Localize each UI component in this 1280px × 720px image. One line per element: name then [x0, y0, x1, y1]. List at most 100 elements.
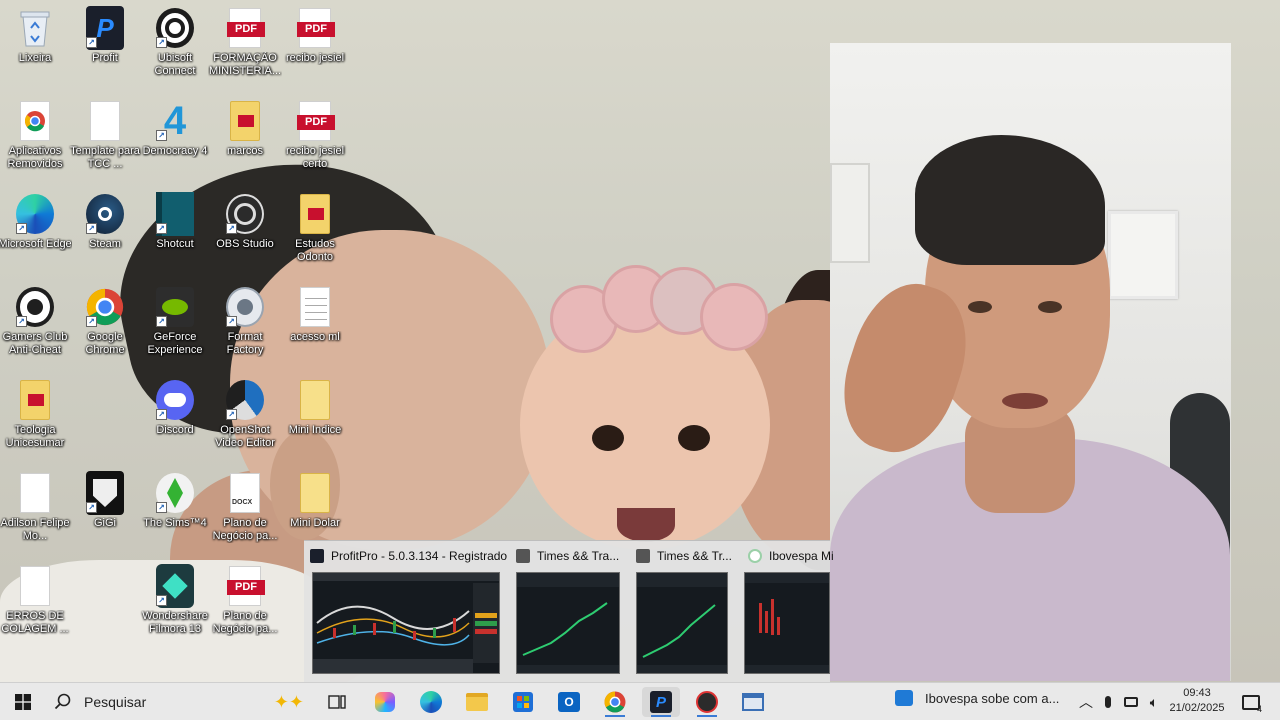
taskbar-search-box[interactable]: Pesquisar ✦✦ — [44, 686, 314, 718]
desktop-icon-acesso-ml[interactable]: acesso ml — [279, 287, 351, 344]
thumbnail-times-trades-1[interactable]: Times && Tra... — [510, 541, 628, 683]
desktop-icon-democracy-4[interactable]: 4 ↗ Democracy 4 — [139, 101, 211, 158]
desktop-icon-shotcut[interactable]: ↗ Shotcut — [139, 192, 211, 251]
taskbar-thumbnail-preview: ProfitPro - 5.0.3.134 - Registrado Times… — [304, 540, 834, 683]
app-window-icon — [742, 693, 764, 711]
taskbar-microsoft-store[interactable] — [504, 687, 542, 717]
taskbar-profit[interactable]: P — [642, 687, 680, 717]
taskbar-clock[interactable]: 09:43 21/02/2025 — [1162, 686, 1232, 716]
desktop-icon-discord[interactable]: ↗ Discord — [139, 380, 211, 437]
taskbar-chrome[interactable] — [596, 687, 634, 717]
thumbnail-times-trades-2[interactable]: Times && Tr... — [630, 541, 740, 683]
chrome-icon: ↗ — [86, 287, 124, 327]
blank-document-icon — [86, 101, 124, 141]
desktop-icon-lixeira[interactable]: Lixeira — [0, 8, 71, 65]
taskbar-app-window[interactable] — [734, 687, 772, 717]
taskbar-copilot[interactable] — [366, 687, 404, 717]
desktop-icon-teologia[interactable]: Teologia Unicesumar — [0, 380, 71, 450]
democracy-icon: 4 ↗ — [156, 101, 194, 141]
thumbnail-profitpro[interactable]: ProfitPro - 5.0.3.134 - Registrado — [304, 541, 507, 683]
pdf-icon: PDF — [226, 566, 265, 606]
text-document-icon — [296, 287, 334, 327]
desktop-icon-recibo-jesiel[interactable]: PDF recibo jesiel — [279, 8, 351, 65]
outlook-icon: O — [558, 692, 580, 712]
desktop-icon-gamers-club[interactable]: ↗ Gamers Club Anti-Cheat — [0, 287, 71, 357]
desktop-icon-gigi[interactable]: ↗ GiGi — [69, 471, 141, 530]
openshot-icon: ↗ — [226, 380, 264, 420]
desktop-icon-format-factory[interactable]: ↗ Format Factory — [209, 287, 281, 357]
format-factory-icon: ↗ — [226, 287, 264, 327]
desktop-icon-steam[interactable]: ↗ Steam — [69, 194, 141, 251]
start-button[interactable] — [4, 687, 42, 717]
pdf-folder-icon — [296, 194, 334, 234]
pdf-icon: PDF — [226, 8, 265, 48]
desktop-icon-geforce[interactable]: ↗ GeForce Experience — [139, 287, 211, 357]
desktop-icon-adilson[interactable]: Adilson Felipe Mo... — [0, 473, 71, 543]
pdf-icon: PDF — [296, 101, 335, 141]
shotcut-icon: ↗ — [156, 192, 194, 236]
desktop-icon-mini-indice[interactable]: Mini Indice — [279, 380, 351, 437]
store-icon — [513, 692, 533, 712]
show-hidden-icons-button[interactable]: ︿ — [1076, 687, 1096, 717]
thumbnail-image — [636, 572, 728, 674]
desktop-icon-template-tcc[interactable]: Template para TCC ... — [69, 101, 141, 171]
desktop-icon-plano-negocio-docx[interactable]: DOCX Plano de Negócio pa... — [209, 473, 281, 543]
search-highlight-icon: ✦✦ — [273, 692, 304, 712]
filmora-icon: ↗ — [156, 564, 194, 608]
obs-icon: ↗ — [226, 194, 264, 234]
pdf-folder-icon — [226, 101, 264, 141]
clock-time: 09:43 — [1183, 687, 1211, 699]
edge-icon: ↗ — [16, 194, 54, 234]
desktop-icon-profit[interactable]: P ↗ Profit — [69, 6, 141, 65]
desktop-icon-formacao-ministerial[interactable]: PDF FORMAÇÃO MINISTERIA... — [209, 8, 281, 78]
desktop-icon-marcos[interactable]: marcos — [209, 101, 281, 158]
desktop-icon-ubisoft[interactable]: ↗ Ubisoft Connect — [139, 8, 211, 78]
taskbar-file-explorer[interactable] — [458, 687, 496, 717]
folder-icon — [296, 473, 334, 513]
steam-icon: ↗ — [86, 194, 124, 234]
times-trades-icon — [516, 549, 530, 563]
blank-document-icon — [16, 566, 54, 606]
microphone-button[interactable] — [1098, 687, 1118, 717]
desktop-icon-estudos-odonto[interactable]: Estudos Odonto — [279, 194, 351, 264]
task-view-icon — [328, 695, 346, 709]
taskbar-obs[interactable] — [688, 687, 726, 717]
obs-icon — [696, 691, 718, 713]
windows-icon — [15, 694, 31, 710]
discord-icon: ↗ — [156, 380, 194, 420]
thumbnail-image — [516, 572, 620, 674]
speaker-icon: 🔈︎ — [1149, 693, 1159, 710]
desktop-icon-aplicativos-removidos[interactable]: Aplicativos Removidos — [0, 101, 71, 171]
thumbnail-ibovespa[interactable]: Ibovespa Mi — [742, 541, 834, 683]
desktop-icon-erros-de-colagem[interactable]: ERROS DE COLAGEM ... — [0, 566, 71, 636]
copilot-icon — [375, 692, 395, 712]
desktop-icon-filmora[interactable]: ↗ Wondershare Filmora 13 — [139, 564, 211, 636]
pdf-folder-icon — [16, 380, 54, 420]
gigi-icon: ↗ — [86, 471, 124, 515]
chevron-up-icon: ︿ — [1079, 694, 1093, 710]
notification-center-button[interactable]: 4 — [1238, 687, 1264, 717]
desktop-icon-recibo-jesiel-certo[interactable]: PDF recibo jesiel certo — [279, 101, 351, 171]
network-button[interactable] — [1120, 687, 1142, 717]
taskbar-edge[interactable] — [412, 687, 450, 717]
times-trades-icon — [636, 549, 650, 563]
desktop-icon-openshot[interactable]: ↗ OpenShot Video Editor — [209, 380, 281, 450]
desktop-icon-obs-studio[interactable]: ↗ OBS Studio — [209, 194, 281, 251]
network-icon — [1124, 697, 1138, 707]
taskbar-outlook[interactable]: O — [550, 687, 588, 717]
sims-icon: ↗ — [156, 473, 194, 513]
profit-icon — [310, 549, 324, 563]
taskbar-news-widget[interactable]: Ibovespa sobe com a... — [895, 690, 1059, 706]
desktop-icon-microsoft-edge[interactable]: ↗ Microsoft Edge — [0, 194, 72, 251]
profit-icon: P — [650, 691, 672, 713]
edge-icon — [420, 691, 442, 713]
desktop-icon-sims-4[interactable]: ↗ The Sims™4 — [139, 473, 211, 530]
docx-icon: DOCX — [226, 473, 264, 513]
desktop-icon-mini-dolar[interactable]: Mini Dolar — [279, 473, 351, 530]
desktop-icon-plano-negocio-pdf[interactable]: PDF Plano de Negócio pa... — [209, 566, 281, 636]
desktop-icon-google-chrome[interactable]: ↗ Google Chrome — [69, 287, 141, 357]
chrome-icon — [604, 691, 626, 713]
blank-document-icon — [16, 473, 54, 513]
task-view-button[interactable] — [318, 687, 356, 717]
news-headline: Ibovespa sobe com a... — [925, 690, 1060, 706]
